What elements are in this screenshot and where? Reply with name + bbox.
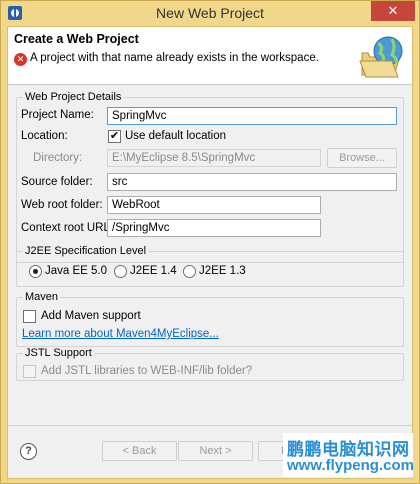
use-default-location-label: Use default location — [125, 130, 227, 142]
site-watermark: 鹏鹏电脑知识网 www.flypeng.com — [283, 433, 414, 477]
context-root-url-input[interactable]: /SpringMvc — [107, 219, 321, 237]
jstl-support-group: JSTL Support Add JSTL libraries to WEB-I… — [16, 347, 404, 381]
wizard-banner: Create a Web Project ✕ A project with th… — [8, 27, 412, 85]
maven-group-title: Maven — [23, 291, 61, 303]
project-name-label: Project Name: — [21, 109, 94, 121]
title-bar[interactable]: New Web Project ✕ — [1, 1, 419, 25]
close-window-button[interactable]: ✕ — [371, 1, 415, 21]
dialog-client-area: Create a Web Project ✕ A project with th… — [7, 26, 413, 479]
use-default-location-checkbox[interactable]: ✔ — [108, 130, 121, 143]
radio-j2ee-1-4[interactable] — [114, 265, 127, 278]
next-button[interactable]: Next > — [178, 441, 253, 461]
source-folder-input[interactable]: src — [107, 173, 397, 191]
web-project-details-title: Web Project Details — [23, 91, 124, 103]
radio-selected-dot — [33, 269, 38, 274]
source-folder-label: Source folder: — [21, 176, 93, 188]
dialog-window: New Web Project ✕ Create a Web Project ✕… — [0, 0, 420, 484]
j2ee-1-4-label: J2EE 1.4 — [130, 265, 177, 277]
web-project-globe-icon — [359, 36, 403, 78]
browse-button[interactable]: Browse... — [327, 148, 397, 168]
directory-input[interactable]: E:\MyEclipse 8.5\SpringMvc — [107, 149, 321, 167]
error-message: A project with that name already exists … — [30, 52, 319, 64]
j2ee-spec-level-title: J2EE Specification Level — [23, 245, 149, 257]
j2ee-1-3-label: J2EE 1.3 — [199, 265, 246, 277]
wizard-heading: Create a Web Project — [14, 32, 139, 46]
web-root-folder-input[interactable]: WebRoot — [107, 196, 321, 214]
watermark-url: www.flypeng.com — [287, 457, 414, 474]
learn-more-maven-link[interactable]: Learn more about Maven4MyEclipse... — [22, 328, 219, 340]
location-label: Location: — [21, 130, 68, 142]
add-jstl-checkbox[interactable] — [23, 365, 36, 378]
back-button[interactable]: < Back — [102, 441, 177, 461]
add-maven-support-label: Add Maven support — [41, 310, 141, 322]
maven-group: Maven Add Maven support Learn more about… — [16, 291, 404, 347]
error-icon: ✕ — [14, 53, 27, 66]
web-project-details-group: Web Project Details Project Name: Spring… — [16, 91, 404, 263]
radio-j2ee-1-3[interactable] — [183, 265, 196, 278]
directory-label: Directory: — [33, 152, 83, 164]
context-root-url-label: Context root URL: — [21, 222, 114, 234]
footer-separator — [8, 425, 412, 426]
java-ee-5-label: Java EE 5.0 — [45, 265, 108, 277]
project-name-input[interactable]: SpringMvc — [107, 107, 397, 125]
help-icon[interactable]: ? — [20, 443, 37, 460]
jstl-support-title: JSTL Support — [23, 347, 94, 359]
window-title: New Web Project — [156, 5, 264, 21]
j2ee-spec-level-group: J2EE Specification Level Java EE 5.0 J2E… — [16, 245, 404, 287]
web-root-folder-label: Web root folder: — [21, 199, 103, 211]
add-maven-support-checkbox[interactable] — [23, 310, 36, 323]
add-jstl-label: Add JSTL libraries to WEB-INF/lib folder… — [41, 365, 253, 377]
radio-java-ee-5[interactable] — [29, 265, 42, 278]
